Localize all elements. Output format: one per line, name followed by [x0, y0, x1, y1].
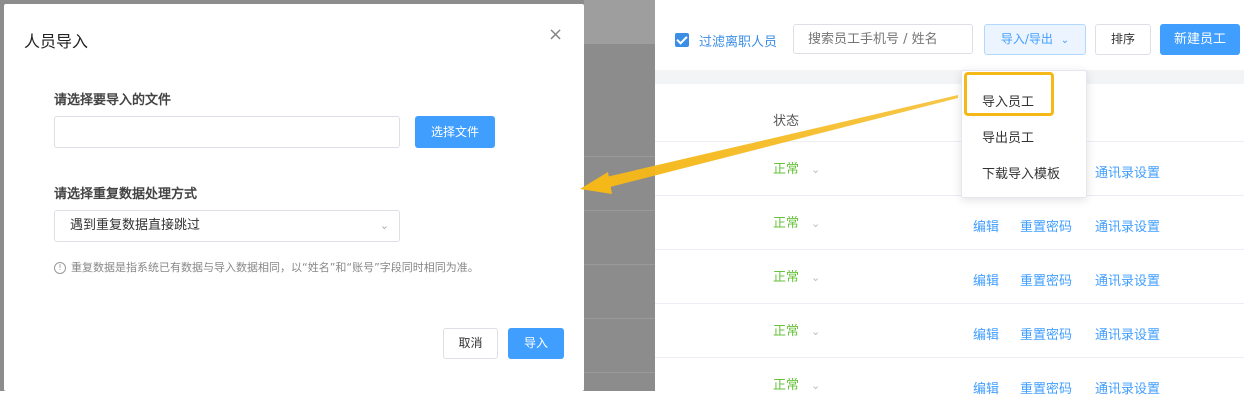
edit-link[interactable]: 编辑: [973, 216, 999, 235]
file-path-input[interactable]: [54, 116, 400, 148]
status-value: 正常: [773, 270, 800, 285]
chevron-down-icon: ⌄: [811, 271, 821, 284]
duplicate-mode-value: 遇到重复数据直接跳过: [70, 218, 201, 233]
chevron-down-icon: ⌄: [811, 217, 821, 230]
menu-item-download-template[interactable]: 下载导入模板: [982, 163, 1060, 182]
filter-checkbox[interactable]: [675, 33, 689, 47]
highlight-box: [964, 72, 1054, 116]
sort-button[interactable]: 排序: [1095, 24, 1151, 55]
hint-text: 重复数据是指系统已有数据与导入数据相同，以“姓名”和“账号”字段同时相同为准。: [71, 261, 479, 274]
overlay-header-strip: [584, 0, 655, 44]
chevron-down-icon: ⌄: [811, 325, 821, 338]
edit-link[interactable]: 编辑: [973, 324, 999, 343]
reset-password-link[interactable]: 重置密码: [1020, 324, 1072, 343]
file-label: 请选择要导入的文件: [54, 93, 172, 108]
reset-password-link[interactable]: 重置密码: [1020, 216, 1072, 235]
menu-item-export-employees[interactable]: 导出员工: [982, 127, 1034, 146]
chevron-down-icon: ⌄: [1060, 35, 1070, 46]
toolbar: 过滤离职人员 导入/导出 ⌄ 排序 新建员工: [655, 0, 1244, 70]
row-divider: [655, 303, 1244, 304]
table-top-band: [655, 70, 1244, 84]
chevron-down-icon: ⌄: [379, 219, 389, 232]
contacts-settings-link[interactable]: 通讯录设置: [1095, 324, 1160, 343]
import-button[interactable]: 导入: [508, 328, 564, 359]
status-value: 正常: [773, 216, 800, 231]
import-export-label: 导入/导出: [1000, 32, 1053, 46]
status-select[interactable]: 正常 ⌄: [773, 374, 820, 393]
new-employee-button[interactable]: 新建员工: [1160, 24, 1240, 55]
row-divider: [655, 357, 1244, 358]
filter-label[interactable]: 过滤离职人员: [699, 31, 777, 50]
status-value: 正常: [773, 162, 800, 177]
contacts-settings-link[interactable]: 通讯录设置: [1095, 216, 1160, 235]
contacts-settings-link[interactable]: 通讯录设置: [1095, 270, 1160, 289]
contacts-settings-link[interactable]: 通讯录设置: [1095, 162, 1160, 181]
close-icon[interactable]: ×: [548, 24, 563, 45]
status-select[interactable]: 正常 ⌄: [773, 212, 820, 231]
duplicate-mode-select[interactable]: 遇到重复数据直接跳过 ⌄: [54, 210, 400, 242]
chevron-down-icon: ⌄: [811, 379, 821, 392]
employee-panel: 过滤离职人员 导入/导出 ⌄ 排序 新建员工 状态 正常⌄ 通讯录设置 正常⌄ …: [655, 0, 1244, 397]
status-select[interactable]: 正常 ⌄: [773, 266, 820, 285]
import-export-button[interactable]: 导入/导出 ⌄: [984, 24, 1086, 55]
status-select[interactable]: 正常 ⌄: [773, 158, 820, 177]
choose-file-button[interactable]: 选择文件: [415, 116, 495, 148]
import-dialog: 人员导入 × 请选择要导入的文件 选择文件 请选择重复数据处理方式 遇到重复数据…: [4, 4, 584, 391]
edit-link[interactable]: 编辑: [973, 378, 999, 397]
duplicate-label: 请选择重复数据处理方式: [54, 187, 198, 202]
edit-link[interactable]: 编辑: [973, 270, 999, 289]
dialog-title: 人员导入: [24, 32, 89, 51]
contacts-settings-link[interactable]: 通讯录设置: [1095, 378, 1160, 397]
status-value: 正常: [773, 324, 800, 339]
status-select[interactable]: 正常 ⌄: [773, 320, 820, 339]
chevron-down-icon: ⌄: [811, 163, 821, 176]
row-divider: [655, 195, 1244, 196]
info-circle-icon: !: [54, 262, 66, 274]
row-divider: [655, 249, 1244, 250]
search-input[interactable]: [793, 24, 973, 54]
status-header: 状态: [773, 114, 800, 129]
reset-password-link[interactable]: 重置密码: [1020, 270, 1072, 289]
duplicate-hint: ! 重复数据是指系统已有数据与导入数据相同，以“姓名”和“账号”字段同时相同为准。: [54, 259, 479, 275]
row-divider: [655, 141, 1244, 142]
reset-password-link[interactable]: 重置密码: [1020, 378, 1072, 397]
cancel-button[interactable]: 取消: [443, 328, 498, 359]
